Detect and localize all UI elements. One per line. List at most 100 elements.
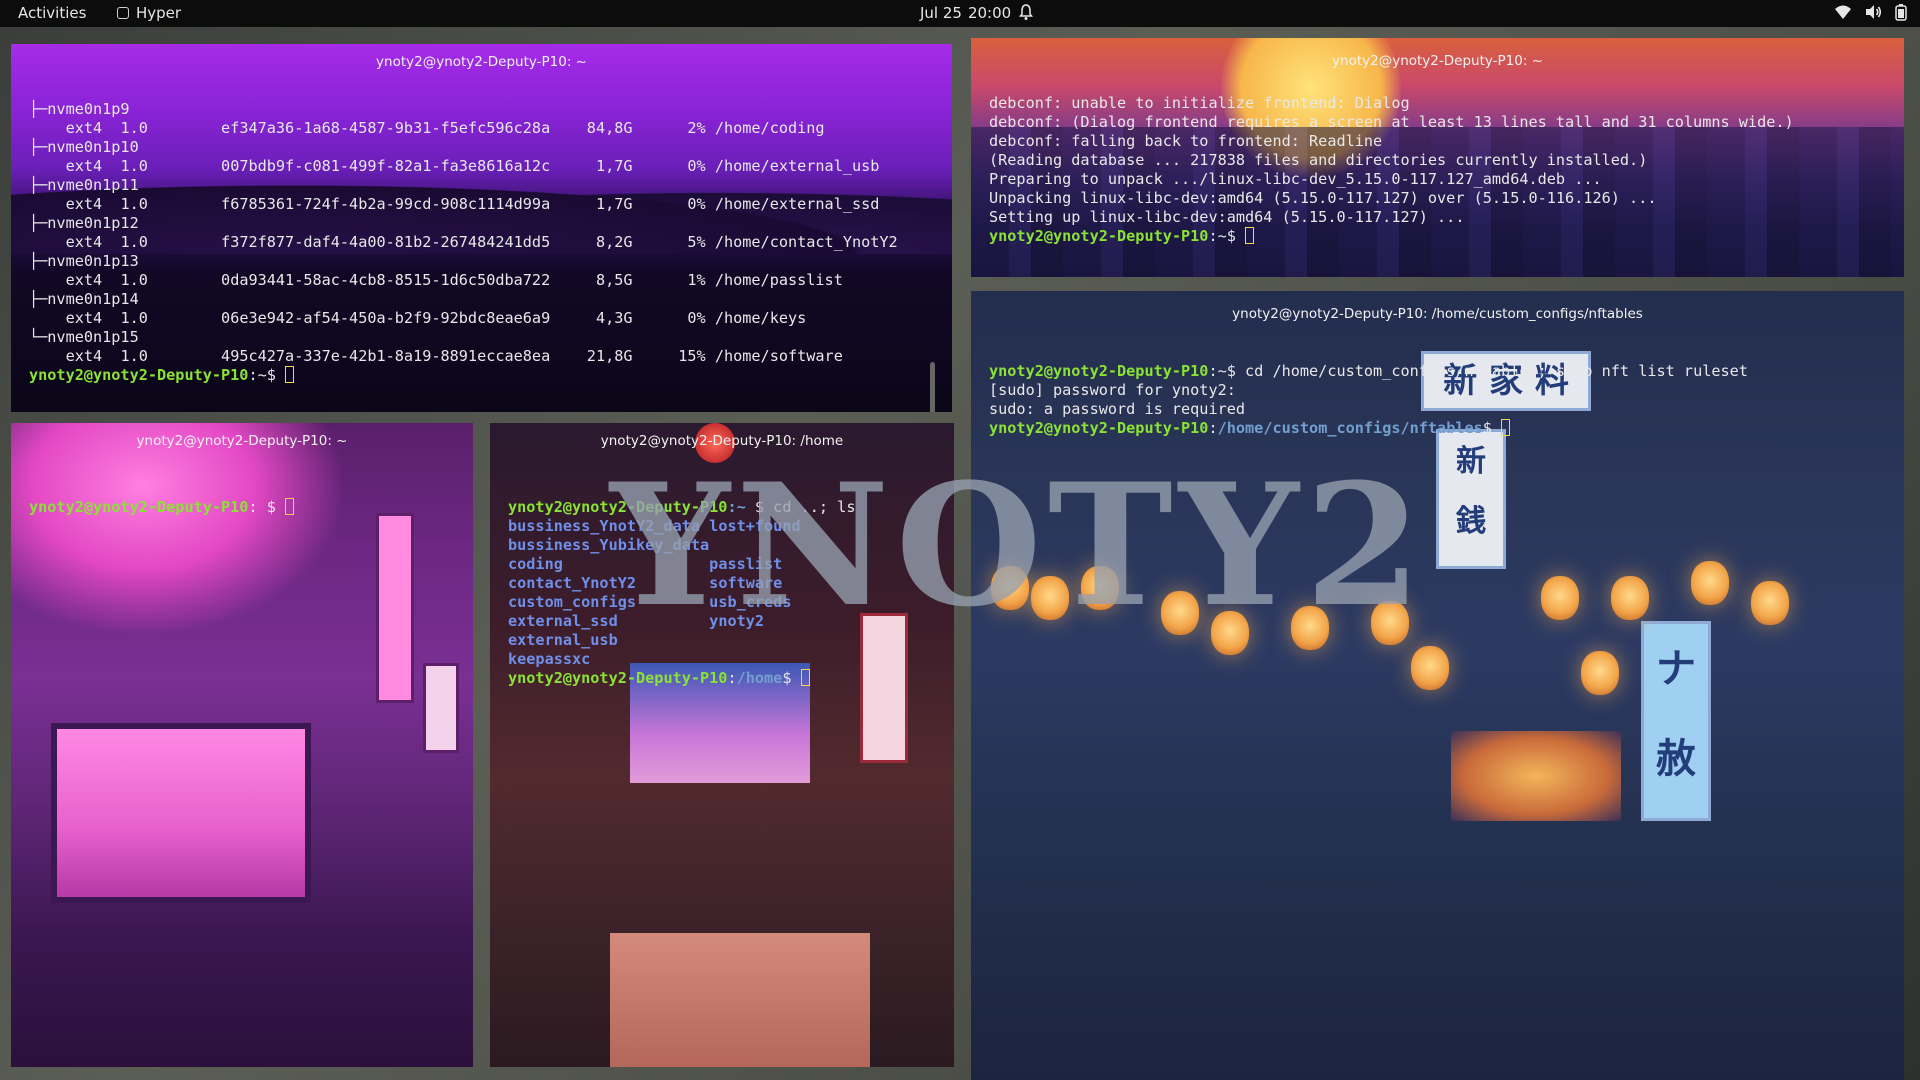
- output-line: Setting up linux-libc-dev:amd64 (5.15.0-…: [989, 208, 1465, 226]
- terminal-window-debconf[interactable]: ynoty2@ynoty2-Deputy-P10: ~ debconf: una…: [971, 38, 1904, 277]
- terminal-line: external_ssd ynoty2: [508, 612, 944, 631]
- fs-use-percent: 0%: [632, 157, 706, 175]
- fs-available: 8,2G: [577, 233, 633, 251]
- vertical-banner: [376, 513, 414, 703]
- prompt-user: ynoty2@ynoty2-Deputy-P10: [29, 366, 249, 384]
- mount-point: /home/software: [705, 347, 843, 365]
- partition-name: ├─nvme0n1p14: [29, 290, 139, 308]
- terminal-output[interactable]: ynoty2@ynoty2-Deputy-P10:~ $ cd ..; ls bu…: [508, 479, 944, 688]
- lantern: [1291, 606, 1329, 650]
- fs-uuid: 06e3e942-af54-450a-b2f9-92bdc8eae6a9: [221, 309, 578, 327]
- fs-uuid: f6785361-724f-4b2a-99cd-908c1114d99a: [221, 195, 578, 213]
- fs-type: ext4: [65, 347, 121, 365]
- lantern: [1751, 581, 1789, 625]
- fs-use-percent: 1%: [632, 271, 706, 289]
- lantern: [1211, 611, 1249, 655]
- lantern: [1581, 651, 1619, 695]
- mount-point: /home/external_ssd: [705, 195, 880, 213]
- ls-entry: bussiness_Yubikey_data: [508, 536, 710, 554]
- lantern: [1031, 576, 1069, 620]
- window-title: ynoty2@ynoty2-Deputy-P10: ~: [376, 54, 587, 70]
- terminal-line: ├─nvme0n1p12: [29, 214, 942, 233]
- ls-entry: contact_YnotY2: [508, 574, 710, 592]
- notification-bell-icon[interactable]: [1018, 3, 1034, 25]
- background-shop-window: [51, 723, 311, 903]
- fs-type: ext4: [65, 157, 121, 175]
- system-tray[interactable]: [1834, 3, 1908, 21]
- terminal-line: bussiness_YnotY2_data lost+found: [508, 517, 944, 536]
- terminal-output[interactable]: ynoty2@ynoty2-Deputy-P10:~$ cd /home/cus…: [989, 343, 1894, 438]
- ls-entry: ynoty2: [709, 612, 765, 630]
- vertical-sign: 新銭: [1436, 429, 1506, 569]
- wifi-icon[interactable]: [1834, 4, 1852, 20]
- output-line: sudo: a password is required: [989, 400, 1246, 418]
- activities-button[interactable]: Activities: [18, 4, 86, 22]
- fs-version: 1.0: [120, 271, 222, 289]
- terminal-line: ext4 1.0 007bdb9f-c081-499f-82a1-fa3e861…: [29, 157, 942, 176]
- terminal-line: debconf: (Dialog frontend requires a scr…: [989, 113, 1894, 132]
- lantern: [1411, 646, 1449, 690]
- fs-available: 4,3G: [577, 309, 633, 327]
- command-text: $ cd ..; ls: [745, 498, 856, 516]
- terminal-line: ext4 1.0 06e3e942-af54-450a-b2f9-92bdc8e…: [29, 309, 942, 328]
- fs-type: ext4: [65, 119, 121, 137]
- terminal-window-lsblk[interactable]: ynoty2@ynoty2-Deputy-P10: ~ ├─nvme0n1p9 …: [11, 44, 952, 412]
- lantern: [1611, 576, 1649, 620]
- terminal-line: ext4 1.0 495c427a-337e-42b1-8a19-8891ecc…: [29, 347, 942, 366]
- output-line: debconf: (Dialog frontend requires a scr…: [989, 113, 1794, 131]
- terminal-line: └─nvme0n1p15: [29, 328, 942, 347]
- fs-available: 8,5G: [577, 271, 633, 289]
- terminal-window-nftables[interactable]: 新 家 料 新銭 ナ赦 ynoty2@ynoty2-Deputy-P10: /h…: [971, 291, 1904, 1080]
- clock-time: 20:00: [967, 4, 1012, 22]
- terminal-line: ├─nvme0n1p10: [29, 138, 942, 157]
- lantern: [1161, 591, 1199, 635]
- terminal-line: sudo: a password is required: [989, 400, 1894, 419]
- ls-entry: coding: [508, 555, 710, 573]
- fs-type: ext4: [65, 271, 121, 289]
- terminal-line: coding passlist: [508, 555, 944, 574]
- terminal-line: ynoty2@ynoty2-Deputy-P10: $: [29, 498, 463, 517]
- fs-use-percent: 15%: [632, 347, 706, 365]
- top-bar: Activities Hyper Jul 25 20:00: [0, 0, 1920, 27]
- ls-entry: lost+found: [709, 517, 801, 535]
- terminal-line: ext4 1.0 ef347a36-1a68-4587-9b31-f5efc59…: [29, 119, 942, 138]
- terminal-line: ynoty2@ynoty2-Deputy-P10:~$: [29, 366, 942, 385]
- ls-entry: keepassxc: [508, 650, 710, 668]
- prompt-user: ynoty2@ynoty2-Deputy-P10: [508, 498, 728, 516]
- fs-available: 1,7G: [577, 157, 633, 175]
- terminal-line: keepassxc: [508, 650, 944, 669]
- text-cursor: [1245, 227, 1255, 244]
- terminal-line: ynoty2@ynoty2-Deputy-P10:/home/custom_co…: [989, 419, 1894, 438]
- terminal-window-pink[interactable]: ynoty2@ynoty2-Deputy-P10: ~ ynoty2@ynoty…: [11, 423, 473, 1067]
- prompt-user: ynoty2@ynoty2-Deputy-P10: [989, 362, 1209, 380]
- terminal-window-home[interactable]: ynoty2@ynoty2-Deputy-P10: /home ynoty2@y…: [490, 423, 954, 1067]
- lantern: [1081, 566, 1119, 610]
- partition-name: ├─nvme0n1p11: [29, 176, 139, 194]
- prompt-user: ynoty2@ynoty2-Deputy-P10: [508, 669, 728, 687]
- fs-version: 1.0: [120, 233, 222, 251]
- terminal-line: Unpacking linux-libc-dev:amd64 (5.15.0-1…: [989, 189, 1894, 208]
- fs-version: 1.0: [120, 195, 222, 213]
- terminal-output[interactable]: ├─nvme0n1p9 ext4 1.0 ef347a36-1a68-4587-…: [29, 100, 942, 385]
- app-menu[interactable]: Hyper: [117, 4, 181, 22]
- terminal-line: Setting up linux-libc-dev:amd64 (5.15.0-…: [989, 208, 1894, 227]
- scrollbar[interactable]: [930, 362, 935, 412]
- fs-version: 1.0: [120, 309, 222, 327]
- app-icon: [117, 7, 129, 19]
- ls-entry: passlist: [709, 555, 783, 573]
- terminal-line: ├─nvme0n1p13: [29, 252, 942, 271]
- fs-version: 1.0: [120, 119, 222, 137]
- clock[interactable]: Jul 25 20:00: [920, 4, 1011, 22]
- battery-icon[interactable]: [1894, 3, 1908, 21]
- terminal-output[interactable]: debconf: unable to initialize frontend: …: [989, 94, 1894, 246]
- terminal-output[interactable]: ynoty2@ynoty2-Deputy-P10: $: [29, 479, 463, 517]
- terminal-line: ext4 1.0 f372f877-daf4-4a00-81b2-2674842…: [29, 233, 942, 252]
- volume-icon[interactable]: [1864, 4, 1882, 20]
- terminal-line: Preparing to unpack .../linux-libc-dev_5…: [989, 170, 1894, 189]
- fs-uuid: ef347a36-1a68-4587-9b31-f5efc596c28a: [221, 119, 578, 137]
- terminal-line: ext4 1.0 f6785361-724f-4b2a-99cd-908c111…: [29, 195, 942, 214]
- vertical-banner: [423, 663, 459, 753]
- lantern: [1691, 561, 1729, 605]
